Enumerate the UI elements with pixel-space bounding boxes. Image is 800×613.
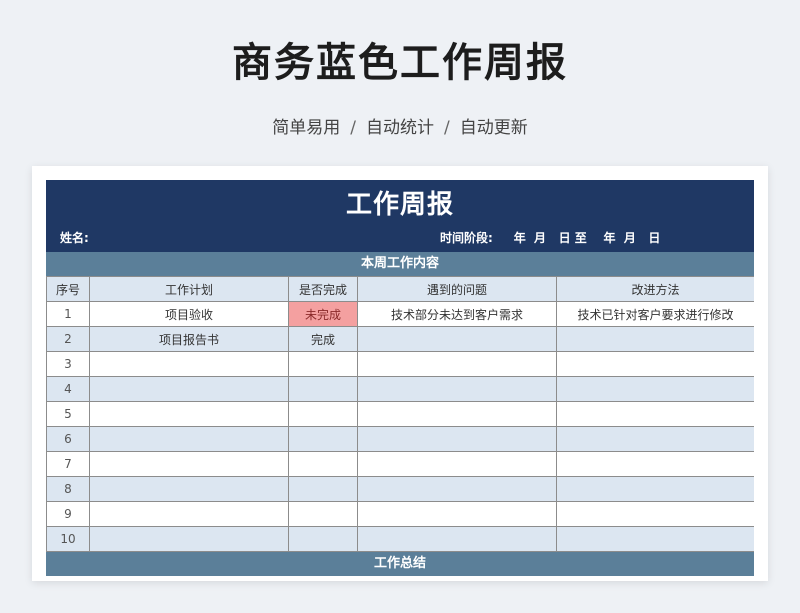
table-row: 2 项目报告书 完成	[46, 326, 754, 352]
period-value: 年 月 日 至 年 月 日	[513, 231, 661, 245]
table-header-row: 序号 工作计划 是否完成 遇到的问题 改进方法	[46, 276, 754, 302]
section-summary: 工作总结	[46, 552, 754, 576]
cell-problem[interactable]	[357, 476, 557, 502]
cell-plan[interactable]	[89, 426, 289, 452]
table-row: 3	[46, 351, 754, 377]
column-header-fix: 改进方法	[556, 276, 754, 302]
table-row: 1 项目验收 未完成 技术部分未达到客户需求 技术已针对客户要求进行修改	[46, 301, 754, 327]
cell-problem[interactable]	[357, 401, 557, 427]
page-title: 商务蓝色工作周报	[232, 40, 568, 86]
subtitle-feature-3: 自动更新	[459, 118, 528, 138]
sheet-header: 工作周报 姓名: 时间阶段: 年 月 日 至 年 月 日	[46, 180, 754, 252]
cell-plan[interactable]	[89, 501, 289, 527]
table-row: 10	[46, 526, 754, 552]
cell-fix[interactable]	[556, 376, 754, 402]
sheet-title: 工作周报	[345, 190, 454, 220]
cell-status[interactable]	[288, 351, 358, 377]
section-weekly-content: 本周工作内容	[46, 252, 754, 276]
cell-status[interactable]: 完成	[288, 326, 358, 352]
period-label: 时间阶段:	[440, 231, 493, 245]
cell-fix[interactable]	[556, 326, 754, 352]
cell-problem[interactable]	[357, 526, 557, 552]
cell-problem[interactable]	[357, 326, 557, 352]
cell-index: 10	[46, 526, 90, 552]
subtitle-separator: /	[444, 118, 450, 138]
cell-problem[interactable]	[357, 501, 557, 527]
cell-status[interactable]	[288, 401, 358, 427]
table-row: 8	[46, 476, 754, 502]
column-header-problem: 遇到的问题	[357, 276, 557, 302]
weekly-report-sheet: 工作周报 姓名: 时间阶段: 年 月 日 至 年 月 日 本周工作内容 序号 工…	[46, 180, 754, 581]
cell-plan[interactable]	[89, 376, 289, 402]
cell-index: 7	[46, 451, 90, 477]
cell-status[interactable]	[288, 526, 358, 552]
period-field: 时间阶段: 年 月 日 至 年 月 日	[440, 229, 660, 246]
table-row: 4	[46, 376, 754, 402]
cell-plan[interactable]: 项目报告书	[89, 326, 289, 352]
cell-status[interactable]	[288, 451, 358, 477]
cell-index: 8	[46, 476, 90, 502]
name-label: 姓名:	[60, 231, 89, 245]
cell-fix[interactable]	[556, 351, 754, 377]
cell-index: 2	[46, 326, 90, 352]
cell-status[interactable]	[288, 501, 358, 527]
cell-status[interactable]	[288, 376, 358, 402]
cell-index: 1	[46, 301, 90, 327]
subtitle-separator: /	[350, 118, 356, 138]
cell-status[interactable]	[288, 426, 358, 452]
cell-fix[interactable]	[556, 401, 754, 427]
cell-plan[interactable]	[89, 401, 289, 427]
cell-index: 3	[46, 351, 90, 377]
cell-problem[interactable]: 技术部分未达到客户需求	[357, 301, 557, 327]
column-header-plan: 工作计划	[89, 276, 289, 302]
cell-status[interactable]	[288, 476, 358, 502]
subtitle-feature-1: 简单易用	[272, 118, 341, 138]
cell-fix[interactable]	[556, 476, 754, 502]
work-table: 序号 工作计划 是否完成 遇到的问题 改进方法 1 项目验收 未完成 技术部分未…	[46, 276, 754, 552]
cell-index: 5	[46, 401, 90, 427]
subtitle-feature-2: 自动统计	[366, 118, 434, 138]
cell-fix[interactable]	[556, 426, 754, 452]
table-row: 9	[46, 501, 754, 527]
spreadsheet-preview-card: 工作周报 姓名: 时间阶段: 年 月 日 至 年 月 日 本周工作内容 序号 工…	[32, 166, 768, 581]
column-header-status: 是否完成	[288, 276, 358, 302]
cell-status-incomplete[interactable]: 未完成	[288, 301, 358, 327]
cell-index: 4	[46, 376, 90, 402]
cell-plan[interactable]	[89, 451, 289, 477]
page-subtitle: 简单易用 / 自动统计 / 自动更新	[0, 113, 800, 138]
cell-problem[interactable]	[357, 451, 557, 477]
cell-fix[interactable]	[556, 451, 754, 477]
cell-plan[interactable]	[89, 351, 289, 377]
cell-fix[interactable]	[556, 501, 754, 527]
column-header-index: 序号	[46, 276, 90, 302]
cell-problem[interactable]	[357, 351, 557, 377]
cell-fix[interactable]: 技术已针对客户要求进行修改	[556, 301, 754, 327]
cell-index: 9	[46, 501, 90, 527]
cell-index: 6	[46, 426, 90, 452]
cell-plan[interactable]	[89, 476, 289, 502]
table-row: 6	[46, 426, 754, 452]
cell-plan[interactable]: 项目验收	[89, 301, 289, 327]
cell-problem[interactable]	[357, 426, 557, 452]
table-row: 7	[46, 451, 754, 477]
table-row: 5	[46, 401, 754, 427]
cell-plan[interactable]	[89, 526, 289, 552]
cell-fix[interactable]	[556, 526, 754, 552]
cell-problem[interactable]	[357, 376, 557, 402]
